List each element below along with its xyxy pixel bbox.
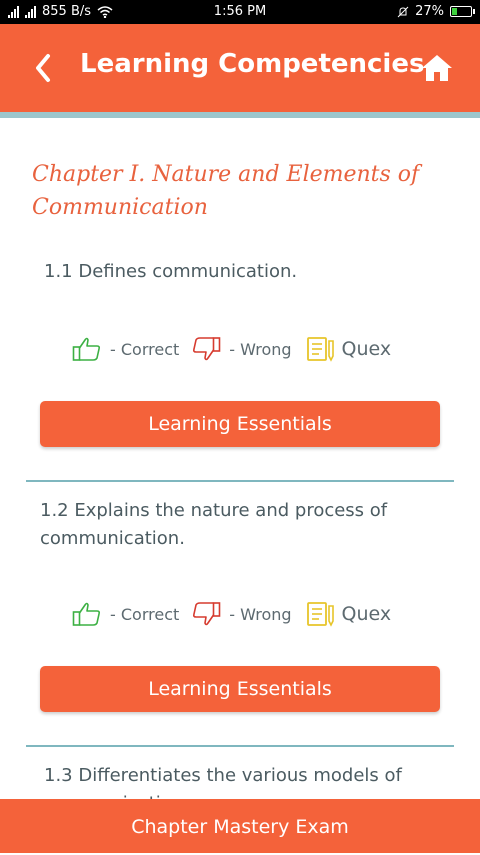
correct-label: - Correct xyxy=(110,339,180,359)
wrong-legend[interactable]: - Wrong xyxy=(191,336,292,362)
battery-icon xyxy=(450,6,475,17)
thumb-down-icon xyxy=(193,337,221,361)
wrong-label: - Wrong xyxy=(229,339,292,359)
wrong-label: - Wrong xyxy=(229,604,292,624)
divider xyxy=(26,745,454,747)
chapter-title: Chapter I. Nature and Elements of Commun… xyxy=(32,162,420,220)
quex-label: Quex xyxy=(341,603,392,625)
correct-legend[interactable]: - Correct xyxy=(72,336,179,362)
competency-text: 1.3 Differentiates the various models of… xyxy=(44,765,402,799)
battery-percent: 27% xyxy=(415,4,444,19)
status-right: 27% xyxy=(397,4,475,19)
back-button[interactable] xyxy=(28,46,64,90)
legend: - Correct - Wrong Quex xyxy=(72,601,391,627)
correct-label: - Correct xyxy=(110,604,180,624)
competency-list[interactable]: Chapter I. Nature and Elements of Commun… xyxy=(0,118,480,799)
quex-legend[interactable]: Quex xyxy=(306,336,392,362)
learning-essentials-button[interactable]: Learning Essentials xyxy=(40,666,440,712)
battery-level xyxy=(452,8,457,15)
divider xyxy=(26,480,454,482)
thumb-up-icon xyxy=(72,337,101,361)
status-bar: 855 B/s 1:56 PM 27% xyxy=(0,0,480,24)
chevron-left-icon xyxy=(36,54,50,82)
learning-essentials-button[interactable]: Learning Essentials xyxy=(40,401,440,447)
wrong-legend[interactable]: - Wrong xyxy=(191,601,292,627)
competency-text: 1.2 Explains the nature and process of c… xyxy=(40,500,388,549)
quex-legend[interactable]: Quex xyxy=(306,601,392,627)
quex-label: Quex xyxy=(341,338,392,360)
home-icon xyxy=(422,55,452,81)
thumb-up-icon xyxy=(72,602,101,626)
correct-legend[interactable]: - Correct xyxy=(72,601,179,627)
muted-bell-icon xyxy=(397,6,409,17)
quiz-notes-icon xyxy=(306,337,334,362)
thumb-down-icon xyxy=(193,602,221,626)
legend: - Correct - Wrong Quex xyxy=(72,336,391,362)
home-button[interactable] xyxy=(420,52,454,84)
competency-text: 1.1 Defines communication. xyxy=(44,261,298,282)
chapter-mastery-exam-button[interactable]: Chapter Mastery Exam xyxy=(0,799,480,853)
app-bar: Learning Competencies xyxy=(0,24,480,118)
quiz-notes-icon xyxy=(306,602,334,627)
page-title: Learning Competencies xyxy=(80,49,425,79)
